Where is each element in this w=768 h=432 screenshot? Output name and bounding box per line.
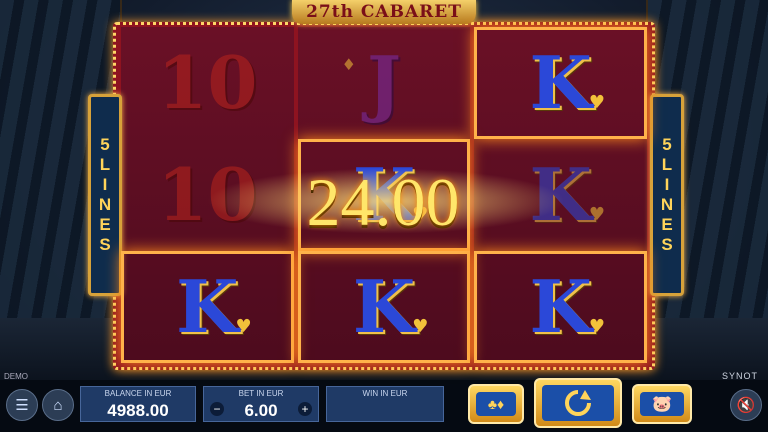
- diamond-icon: ♦: [341, 55, 357, 74]
- lines-letter: I: [102, 175, 108, 194]
- heart-icon: ♥: [588, 204, 606, 225]
- symbol-k: K: [529, 40, 592, 125]
- heart-icon: ♥: [412, 316, 429, 337]
- lines-letter: L: [661, 155, 673, 174]
- symbol-j: J: [366, 40, 402, 125]
- paytable-button[interactable]: ♣♦: [468, 384, 524, 424]
- lines-letter: L: [99, 155, 111, 174]
- spin-icon: [542, 385, 614, 421]
- menu-button[interactable]: ☰: [6, 389, 38, 421]
- spin-button[interactable]: [534, 378, 622, 428]
- symbol-cell: K♥: [474, 27, 647, 139]
- symbol-cell: J ♦: [298, 27, 471, 139]
- win-amount-display: 24.00: [306, 163, 460, 240]
- symbol-10: 10: [157, 40, 258, 125]
- provider-logo: SYNOT: [721, 371, 758, 381]
- mode-label: DEMO: [4, 372, 28, 381]
- lines-letter: S: [661, 235, 673, 254]
- menu-icon: ☰: [15, 397, 29, 414]
- lines-indicator-right: 5 L I N E S: [650, 94, 684, 296]
- balance-value: 4988.00: [107, 401, 169, 420]
- symbol-cell: 10: [121, 27, 294, 139]
- piggy-bank-icon: 🐷: [640, 392, 684, 416]
- symbol-k: K: [176, 264, 239, 349]
- home-button[interactable]: ⌂: [42, 389, 74, 421]
- home-icon: ⌂: [53, 396, 63, 414]
- lines-number: 5: [100, 135, 110, 154]
- heart-icon: ♥: [588, 316, 606, 337]
- symbol-cell: K♥: [121, 251, 294, 363]
- bet-increase-button[interactable]: +: [298, 402, 312, 416]
- cards-icon: ♣♦: [476, 392, 516, 416]
- balance-panel: BALANCE IN EUR 4988.00: [80, 386, 196, 422]
- sound-off-icon: 🔇: [736, 397, 756, 414]
- bet-panel: BET IN EUR − 6.00 +: [203, 386, 319, 422]
- symbol-k: K: [352, 264, 416, 349]
- symbol-cell: K♥: [298, 251, 471, 363]
- game-title: 27th CABARET: [292, 0, 476, 24]
- win-panel: WIN IN EUR: [326, 386, 444, 422]
- lines-letter: N: [660, 195, 674, 214]
- win-label: WIN IN EUR: [362, 389, 408, 398]
- lines-number: 5: [662, 135, 672, 154]
- lines-letter: E: [99, 215, 111, 234]
- lines-letter: N: [98, 195, 112, 214]
- symbol-cell: K♥: [474, 251, 647, 363]
- sound-button[interactable]: 🔇: [730, 389, 762, 421]
- heart-icon: ♥: [235, 316, 252, 337]
- autoplay-button[interactable]: 🐷: [632, 384, 692, 424]
- bet-label: BET IN EUR: [238, 389, 284, 398]
- lines-letter: S: [99, 235, 111, 254]
- heart-icon: ♥: [588, 92, 606, 113]
- lines-indicator-left: 5 L I N E S: [88, 94, 122, 296]
- lines-letter: I: [664, 175, 670, 194]
- lines-letter: E: [661, 215, 673, 234]
- balance-label: BALANCE IN EUR: [104, 389, 172, 398]
- symbol-k: K: [529, 264, 592, 349]
